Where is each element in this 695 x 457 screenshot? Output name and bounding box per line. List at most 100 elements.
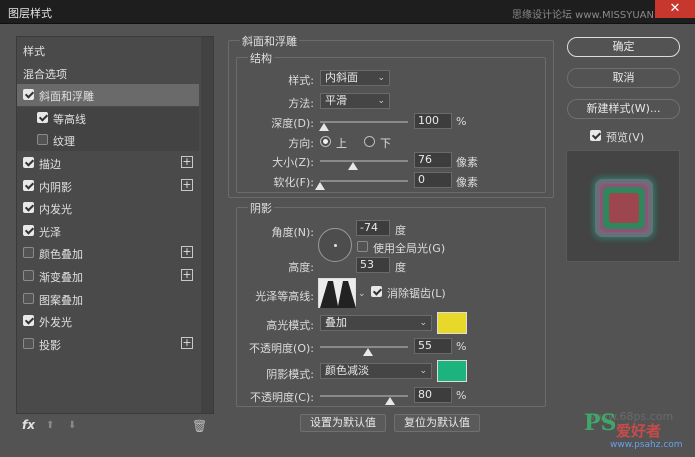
style-enable-checkbox[interactable] (37, 134, 48, 146)
ok-button[interactable]: 确定 (567, 37, 680, 57)
style-list-item[interactable]: 渐变叠加 + (17, 265, 199, 287)
style-list-item-label: 等高线 (53, 112, 86, 126)
direction-up-radio[interactable] (320, 136, 331, 147)
close-button[interactable]: ✕ (655, 0, 695, 18)
antialias-checkbox[interactable] (371, 286, 382, 297)
shadow-color-swatch[interactable] (437, 360, 467, 382)
move-up-icon[interactable]: ⬆ (46, 420, 54, 431)
depth-label: 深度(D): (271, 117, 314, 130)
depth-field[interactable]: 100 (414, 113, 452, 129)
style-list-item[interactable]: 等高线 (17, 106, 199, 129)
style-list-item-label: 内发光 (39, 203, 72, 217)
fx-menu-icon[interactable]: fx (22, 418, 35, 432)
highlight-opacity-field[interactable]: 55 (414, 338, 452, 354)
style-list-item[interactable]: 内阴影 + (17, 175, 199, 197)
style-enable-checkbox[interactable] (23, 337, 34, 349)
depth-slider-track[interactable] (320, 121, 408, 123)
altitude-unit: 度 (395, 261, 406, 274)
style-enable-checkbox[interactable] (23, 224, 34, 236)
style-select[interactable]: 内斜面 ⌄ (320, 70, 390, 86)
soften-slider-thumb[interactable] (315, 182, 325, 190)
soften-unit: 像素 (456, 176, 478, 189)
altitude-field[interactable]: 53 (356, 257, 390, 273)
direction-down-label: 下 (380, 137, 391, 150)
chevron-down-icon: ⌄ (377, 73, 385, 83)
add-style-instance-icon[interactable]: + (181, 246, 193, 259)
direction-up-label: 上 (336, 137, 347, 150)
direction-down-radio[interactable] (364, 136, 375, 147)
depth-unit: % (456, 115, 467, 128)
style-list-item[interactable]: 图案叠加 (17, 288, 199, 310)
style-list-item[interactable]: 投影 + (17, 333, 199, 355)
style-list-item[interactable]: 纹理 (17, 129, 199, 152)
style-list-item[interactable]: 颜色叠加 + (17, 242, 199, 264)
highlight-opacity-thumb[interactable] (363, 348, 374, 356)
angle-field[interactable]: -74 (356, 220, 390, 236)
preview-checkbox[interactable] (590, 130, 601, 141)
style-list-item-label: 图案叠加 (39, 293, 83, 307)
style-enable-checkbox[interactable] (37, 111, 48, 123)
cancel-button[interactable]: 取消 (567, 68, 680, 88)
reset-default-button[interactable]: 复位为默认值 (394, 414, 480, 432)
preview-shape-fill (609, 193, 639, 223)
style-enable-checkbox[interactable] (23, 157, 34, 168)
style-list-item[interactable]: 斜面和浮雕 (17, 84, 199, 107)
size-slider-thumb[interactable] (348, 162, 359, 170)
soften-field[interactable]: 0 (414, 172, 452, 188)
size-slider-track[interactable] (320, 160, 408, 162)
highlight-mode-select[interactable]: 叠加 ⌄ (320, 315, 432, 331)
style-list-item[interactable]: 混合选项 (17, 62, 199, 84)
soften-slider-track[interactable] (320, 180, 408, 182)
style-list-item-label: 斜面和浮雕 (39, 90, 94, 104)
style-list-item[interactable]: 描边 + (17, 152, 199, 174)
style-enable-checkbox[interactable] (23, 202, 34, 214)
style-list-item-label: 混合选项 (23, 67, 67, 81)
style-enable-checkbox[interactable] (23, 315, 34, 327)
add-style-instance-icon[interactable]: + (181, 336, 193, 349)
trash-icon[interactable]: 🗑 (192, 419, 207, 433)
style-list-item-label: 内阴影 (39, 180, 72, 194)
add-style-instance-icon[interactable]: + (181, 269, 193, 281)
gloss-contour-picker[interactable] (318, 278, 356, 308)
chevron-down-icon[interactable]: ⌄ (358, 289, 366, 299)
add-style-instance-icon[interactable]: + (181, 178, 193, 191)
size-unit: 像素 (456, 156, 478, 169)
styles-list-scrollbar[interactable] (201, 37, 213, 413)
depth-slider-thumb[interactable] (319, 123, 330, 131)
technique-select-value: 平滑 (325, 94, 347, 107)
style-list-item[interactable]: 内发光 (17, 197, 199, 219)
move-down-icon[interactable]: ⬇ (68, 420, 76, 431)
style-enable-checkbox[interactable] (23, 270, 34, 281)
shadow-opacity-field[interactable]: 80 (414, 387, 452, 403)
structure-title: 结构 (248, 50, 274, 66)
direction-label: 方向: (288, 137, 314, 150)
size-field[interactable]: 76 (414, 152, 452, 168)
style-list-item[interactable]: 光泽 (17, 220, 199, 242)
styles-list: 样式 混合选项 斜面和浮雕 等高线 纹理 描边 + 内阴影 + 内发光 光泽 颜色叠加 + 渐变叠加 + 图案… (16, 36, 214, 414)
global-light-checkbox[interactable] (357, 241, 368, 252)
style-list-item-label: 颜色叠加 (39, 248, 83, 262)
style-preview (566, 150, 680, 262)
style-list-item[interactable]: 样式 (17, 39, 199, 61)
bevel-emboss-title: 斜面和浮雕 (240, 33, 299, 49)
style-enable-checkbox[interactable] (23, 179, 34, 191)
shadow-mode-label: 阴影模式: (266, 368, 314, 381)
style-list-item-label: 描边 (39, 158, 61, 171)
angle-dial[interactable] (318, 228, 352, 262)
preview-shape (595, 179, 653, 237)
style-enable-checkbox[interactable] (23, 292, 34, 304)
highlight-color-swatch[interactable] (437, 312, 467, 334)
style-enable-checkbox[interactable] (23, 247, 34, 259)
new-style-button[interactable]: 新建样式(W)... (567, 99, 680, 119)
style-enable-checkbox[interactable] (23, 89, 34, 101)
style-list-item[interactable]: 外发光 (17, 310, 199, 332)
make-default-button[interactable]: 设置为默认值 (300, 414, 386, 432)
add-style-instance-icon[interactable]: + (181, 156, 193, 168)
shadow-mode-select[interactable]: 颜色减淡 ⌄ (320, 363, 432, 379)
shadow-opacity-unit: % (456, 389, 467, 402)
shadow-opacity-thumb[interactable] (385, 397, 396, 405)
highlight-opacity-label: 不透明度(O): (249, 342, 314, 355)
style-list-item-label: 投影 (39, 338, 61, 352)
angle-dial-dot (334, 244, 337, 247)
technique-select[interactable]: 平滑 ⌄ (320, 93, 390, 109)
